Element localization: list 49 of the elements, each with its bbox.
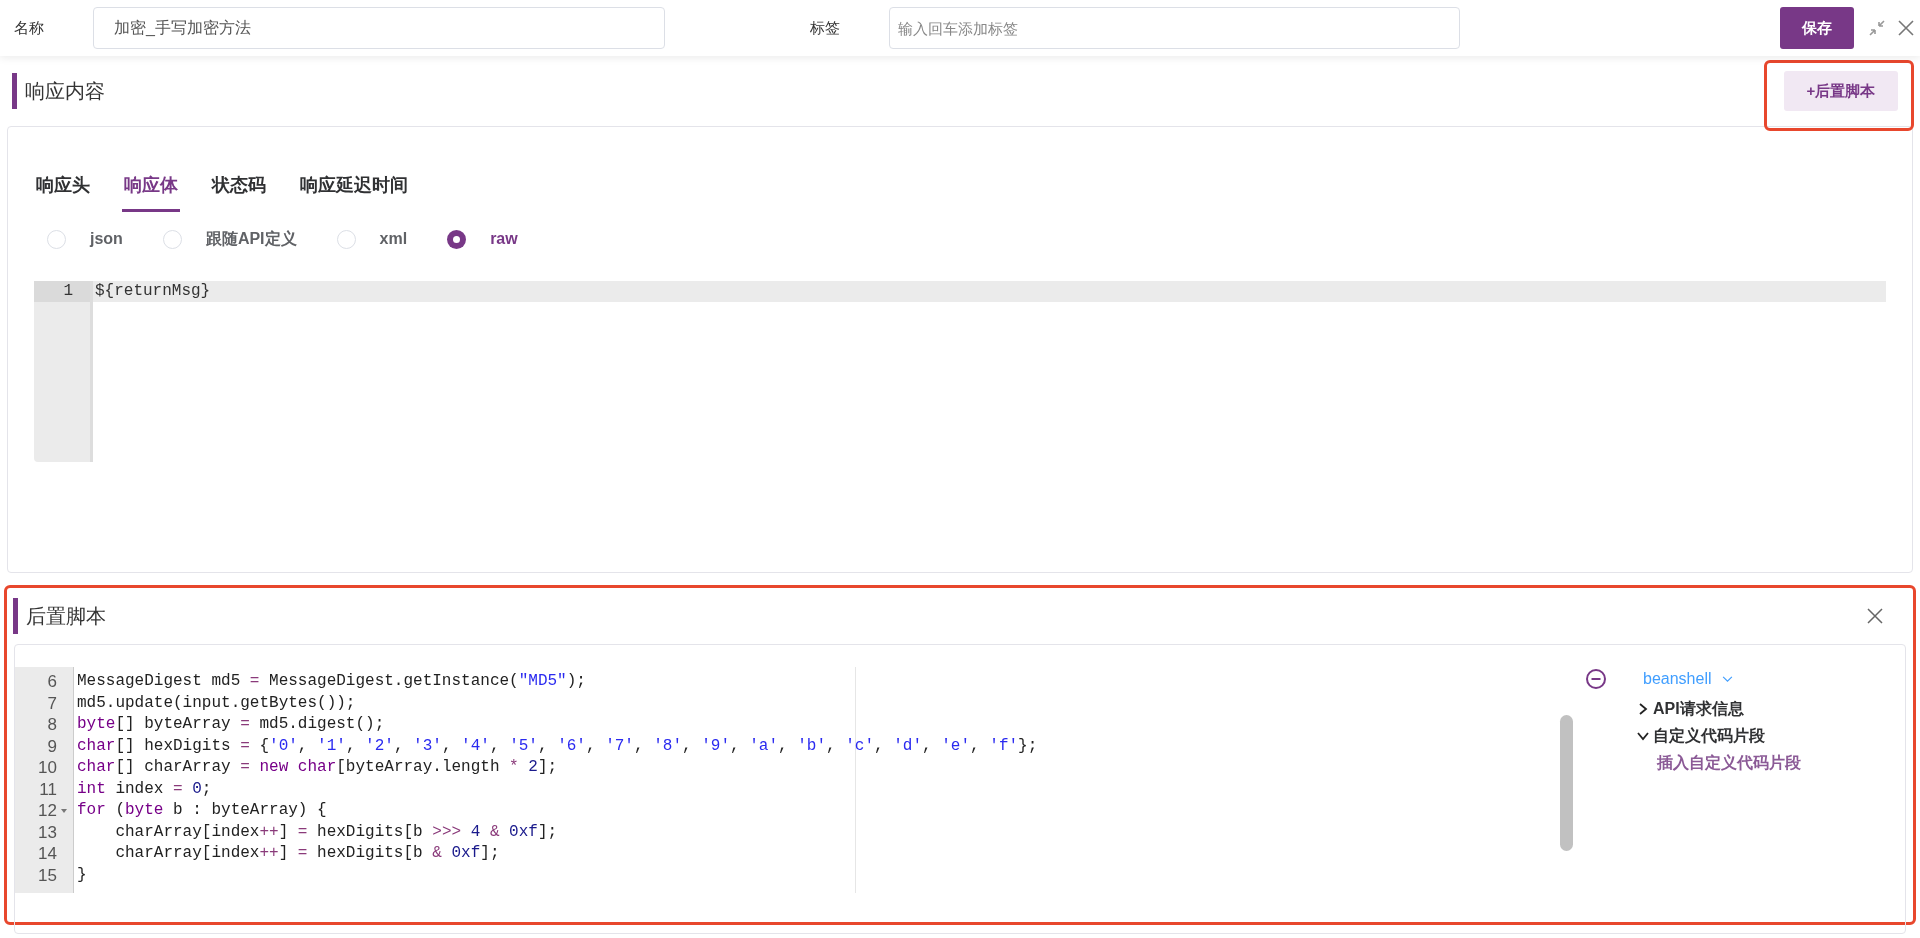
code-line: } [77, 864, 88, 886]
code-line: byte[] byteArray = md5.digest(); [77, 714, 386, 735]
tree-link[interactable]: 插入自定义代码片段 [1657, 749, 1801, 776]
tab[interactable]: 响应延迟时间 [298, 167, 410, 212]
close-icon[interactable] [1898, 20, 1914, 36]
line-number: 1 [34, 281, 90, 302]
line-number: 13 [38, 821, 57, 844]
code-line: charArray[index++] = hexDigits[b >>> 4 & 0xf]; [114, 821, 559, 843]
section-title: 后置脚本 [13, 598, 106, 634]
add-post-script-button[interactable]: +后置脚本 [1784, 71, 1898, 111]
section-title: 响应内容 [12, 73, 105, 109]
collapse-icon[interactable] [1868, 19, 1886, 37]
code-line: for (byte b : byteArray) { [77, 800, 328, 821]
chevron-right-icon [1637, 702, 1649, 715]
format-radio[interactable]: xml [336, 227, 408, 251]
line-number: 7 [47, 692, 57, 715]
scrollbar-thumb[interactable] [1560, 715, 1573, 851]
line-number: 8 [47, 714, 57, 736]
code-line: int index = 0; [77, 778, 213, 800]
name-input-field[interactable]: 加密_手写加密方法 [93, 7, 665, 49]
code-line: MessageDigest md5 = MessageDigest.getInstance("MD5"); [77, 671, 587, 692]
field-label: 标签 [810, 17, 841, 38]
save-button[interactable]: 保存 [1780, 7, 1854, 49]
line-number: 6 [47, 671, 57, 693]
chevron-down-icon [1721, 675, 1733, 683]
tab[interactable]: 响应体 [122, 167, 180, 212]
format-radio[interactable]: json [47, 227, 123, 251]
close-icon[interactable] [1867, 608, 1883, 624]
format-radio[interactable]: raw [447, 227, 518, 251]
tab[interactable]: 响应头 [34, 167, 92, 212]
format-radio[interactable]: 跟随API定义 [162, 227, 297, 251]
minus-circle-icon[interactable] [1585, 668, 1607, 690]
tags-input-field[interactable]: 输入回车添加标签 [889, 7, 1460, 49]
code-line: char[] hexDigits = {'0', '1', '2', '3', '4', '5', '6', '7', '8', '9', 'a', 'b', 'c', 'd', 'e', 'f'}; [77, 735, 1039, 757]
tree-item[interactable]: 自定义代码片段 [1637, 722, 1765, 749]
line-number: 10 [38, 757, 57, 779]
code-line: char[] charArray = new char[byteArray.length * 2]; [77, 757, 559, 778]
line-number: 15 [38, 864, 57, 887]
tab[interactable]: 状态码 [210, 167, 268, 212]
field-label: 名称 [14, 17, 45, 38]
line-number: 14 [38, 843, 57, 865]
code-line: md5.update(input.getBytes()); [77, 692, 357, 714]
fold-caret-icon[interactable] [61, 808, 67, 813]
code-line: charArray[index++] = hexDigits[b & 0xf]; [114, 843, 501, 864]
line-number: 11 [39, 778, 57, 801]
line-number: 12 [38, 800, 57, 822]
tree-item[interactable]: API请求信息 [1637, 695, 1744, 722]
code-editor[interactable]: 1 ${returnMsg} [34, 281, 1886, 462]
line-number: 9 [47, 735, 57, 758]
